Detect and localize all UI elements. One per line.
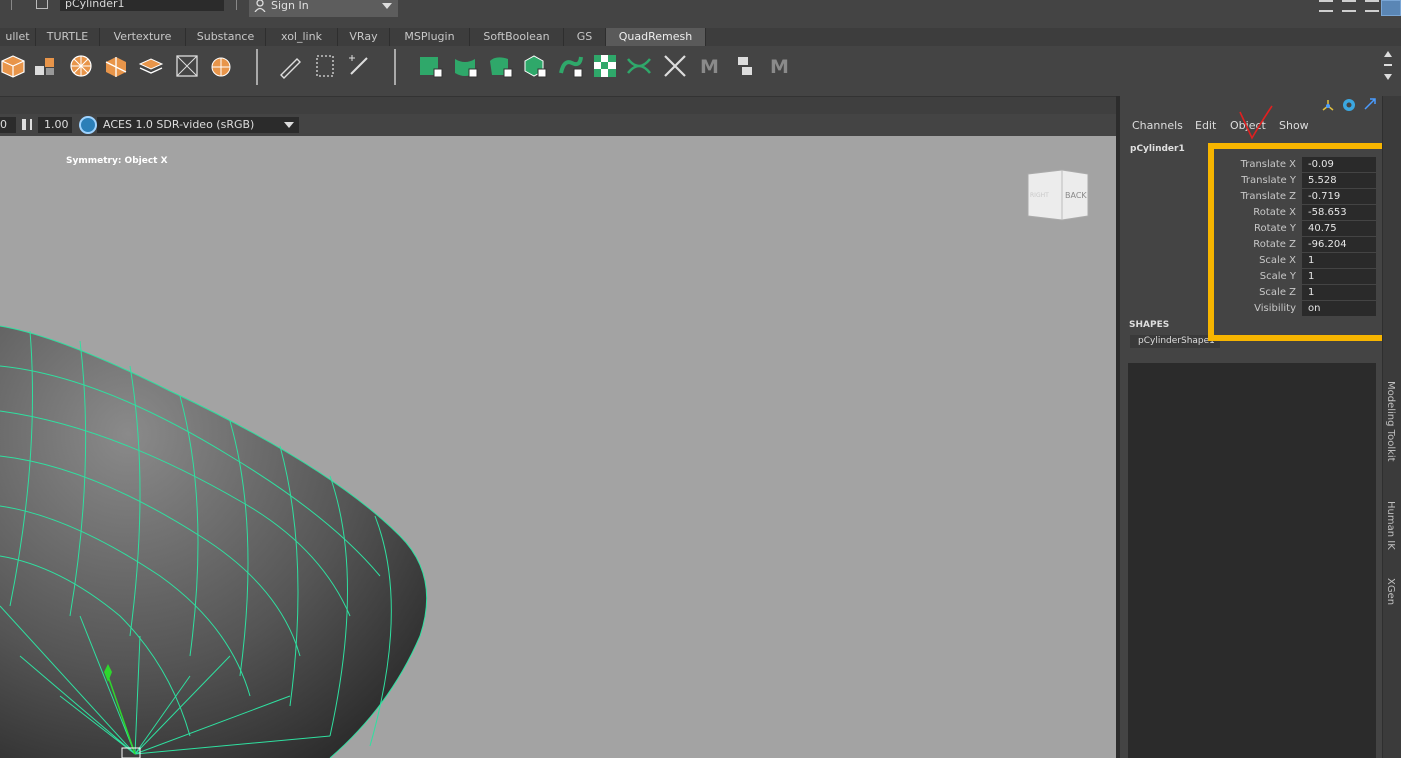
chevron-down-icon	[382, 3, 392, 9]
quad-checker-icon[interactable]	[592, 53, 618, 79]
viewport-toolbar: 0 1.00 ACES 1.0 SDR-video (sRGB)	[0, 114, 1116, 136]
expand-icon[interactable]	[1363, 97, 1377, 111]
sphere-grid-icon[interactable]	[68, 53, 94, 79]
sign-in-dropdown[interactable]: Sign In	[249, 0, 398, 17]
viewport-3d[interactable]: Symmetry: Object X RIGHT BACK	[0, 136, 1116, 758]
channel-box-toggle-icon[interactable]	[1381, 0, 1401, 16]
attribute-editor-icon[interactable]	[1319, 0, 1333, 12]
mel-script-icon[interactable]: M	[698, 53, 724, 79]
tab-msplugin[interactable]: MSPlugin	[390, 28, 470, 46]
menu-show[interactable]: Show	[1279, 119, 1309, 132]
separator	[236, 0, 237, 10]
tab-softboolean[interactable]: SoftBoolean	[470, 28, 564, 46]
quad-plane-icon[interactable]	[418, 53, 444, 79]
status-line: pCylinder1 Sign In	[0, 0, 1401, 20]
tab-vray[interactable]: VRay	[338, 28, 390, 46]
colorspace-label: ACES 1.0 SDR-video (sRGB)	[103, 118, 255, 131]
quad-cube-icon[interactable]	[522, 53, 548, 79]
bounding-box-icon[interactable]	[174, 53, 200, 79]
tab-quadremesh[interactable]: QuadRemesh	[606, 28, 706, 46]
colorspace-dropdown[interactable]: ACES 1.0 SDR-video (sRGB)	[97, 117, 299, 133]
sphere-cut-icon[interactable]	[208, 53, 234, 79]
tab-turtle[interactable]: TURTLE	[36, 28, 100, 46]
object-name: pCylinder1	[1130, 144, 1185, 154]
python-script-icon[interactable]	[732, 53, 758, 79]
shelf-separator	[394, 49, 396, 85]
viewcube-back-label: BACK	[1065, 191, 1087, 200]
tab-xol-link[interactable]: xol_link	[266, 28, 338, 46]
user-icon	[254, 0, 266, 12]
tab-bullet[interactable]: ullet	[0, 28, 36, 46]
cube-split-icon[interactable]	[103, 53, 129, 79]
gamma-field[interactable]: 1.00	[38, 117, 72, 133]
quad-twist-icon[interactable]	[626, 53, 652, 79]
workspace-icons	[1319, 0, 1379, 12]
side-tab-strip: Modeling Toolkit Human IK XGen	[1382, 96, 1401, 758]
view-cube[interactable]: RIGHT BACK	[1024, 168, 1092, 224]
frame-icon[interactable]	[312, 53, 338, 79]
svg-text:M: M	[700, 56, 719, 78]
tab-vertexture[interactable]: Vertexture	[100, 28, 186, 46]
cube-icon[interactable]	[0, 53, 26, 79]
tool-settings-icon[interactable]	[1342, 0, 1356, 12]
exposure-field[interactable]: 0	[0, 117, 16, 133]
mel-script-icon-2[interactable]: M	[768, 53, 794, 79]
object-name-field[interactable]: pCylinder1	[60, 0, 224, 11]
pencil-curve-icon[interactable]	[277, 53, 303, 79]
cylinder-mesh[interactable]	[0, 136, 460, 758]
svg-text:M: M	[770, 56, 789, 78]
quad-surface-icon[interactable]	[453, 53, 479, 79]
tab-human-ik[interactable]: Human IK	[1385, 501, 1396, 550]
tab-xgen[interactable]: XGen	[1385, 578, 1396, 605]
settings-ring-icon[interactable]	[1342, 98, 1356, 112]
quad-shape-icon[interactable]	[488, 53, 514, 79]
shelf-separator	[256, 49, 258, 85]
shape-node-item[interactable]: pCylinderShape1	[1130, 335, 1220, 348]
sign-in-label: Sign In	[271, 0, 309, 12]
cross-tool-icon[interactable]	[662, 53, 688, 79]
outliner-icon[interactable]	[1365, 0, 1379, 12]
viewport-menubar	[0, 96, 1116, 114]
viewcube-right-label: RIGHT	[1030, 192, 1049, 199]
color-management-icon[interactable]	[79, 116, 97, 134]
menu-edit[interactable]: Edit	[1195, 119, 1216, 132]
shapes-header: SHAPES	[1129, 320, 1170, 330]
shelf: M M	[0, 46, 1380, 88]
chevron-down-icon	[284, 122, 294, 128]
brush-icon[interactable]	[346, 53, 372, 79]
menu-channels[interactable]: Channels	[1132, 119, 1183, 132]
red-check-annotation	[1239, 105, 1273, 140]
blocks-icon[interactable]	[33, 53, 59, 79]
tab-substance[interactable]: Substance	[186, 28, 266, 46]
tab-modeling-toolkit[interactable]: Modeling Toolkit	[1385, 381, 1396, 462]
shelf-tabs: ullet TURTLE Vertexture Substance xol_li…	[0, 28, 1401, 46]
shelf-scroll-arrows[interactable]	[1383, 48, 1393, 84]
separator	[11, 0, 12, 10]
gamma-icon[interactable]	[22, 119, 32, 130]
select-by-name-icon[interactable]	[36, 0, 48, 9]
highlight-box-annotation	[1208, 143, 1390, 341]
layers-icon[interactable]	[138, 53, 164, 79]
quad-curve-icon[interactable]	[558, 53, 584, 79]
layer-editor-area[interactable]	[1128, 363, 1376, 758]
tab-gs[interactable]: GS	[564, 28, 606, 46]
axis-icon[interactable]	[1321, 98, 1335, 112]
